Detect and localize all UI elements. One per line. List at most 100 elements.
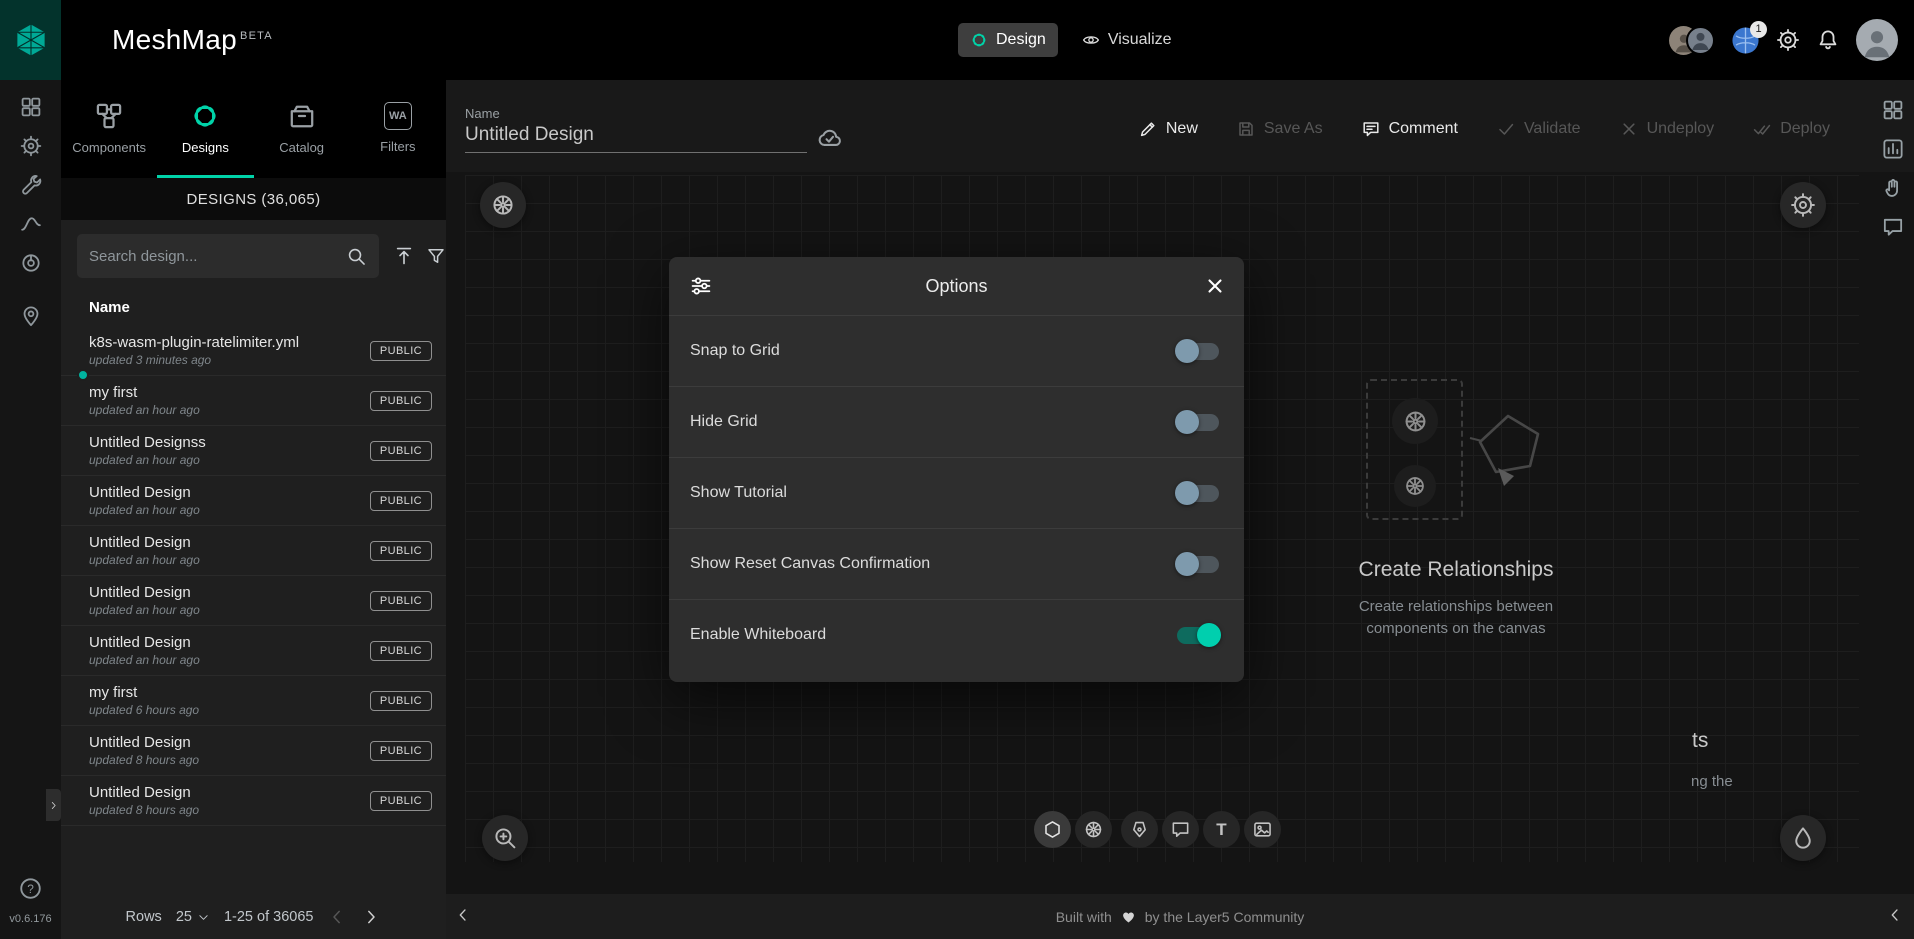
- design-updated: updated an hour ago: [89, 553, 370, 567]
- option-label: Snap to Grid: [690, 342, 780, 360]
- new-button[interactable]: New: [1138, 119, 1198, 139]
- kubernetes-wheel-icon: [490, 192, 516, 218]
- comment-button[interactable]: Comment: [1361, 119, 1458, 139]
- dashboard-icon[interactable]: [19, 95, 43, 119]
- footer: Built with by the Layer5 Community: [446, 894, 1914, 939]
- tab-design[interactable]: Design: [958, 23, 1058, 57]
- svg-text:?: ?: [27, 882, 34, 896]
- rail-expand-chevron[interactable]: [46, 789, 61, 821]
- designs-sidebar: Components Designs Catalog WA Filters DE…: [61, 80, 446, 939]
- design-list-item[interactable]: Untitled Designss updated an hour ago PU…: [61, 426, 446, 476]
- location-pin-icon[interactable]: [19, 304, 43, 328]
- design-name: my first: [89, 684, 370, 701]
- performance-curve-icon[interactable]: [19, 212, 43, 236]
- tab-filters[interactable]: WA Filters: [350, 80, 446, 178]
- extensions-donut-icon[interactable]: [19, 251, 43, 275]
- filter-funnel-icon[interactable]: [426, 246, 446, 266]
- next-page-chevron[interactable]: [361, 907, 381, 927]
- dock-hand-pointer-icon[interactable]: [1881, 176, 1905, 200]
- import-design-icon[interactable]: [393, 245, 415, 267]
- deploy-button[interactable]: Deploy: [1752, 119, 1830, 139]
- tab-catalog[interactable]: Catalog: [254, 80, 350, 178]
- tab-visualize[interactable]: Visualize: [1070, 23, 1184, 57]
- chevron-down-icon: [197, 911, 210, 924]
- action-label: Undeploy: [1647, 120, 1715, 138]
- name-field-label: Name: [465, 106, 500, 121]
- rows-per-page-select[interactable]: 25: [176, 909, 210, 925]
- design-name-input[interactable]: [465, 124, 807, 153]
- wasm-filters-icon: WA: [384, 102, 412, 130]
- collaborator-avatar[interactable]: [1686, 26, 1715, 55]
- validate-button[interactable]: Validate: [1496, 119, 1581, 139]
- design-list-item[interactable]: Untitled Design updated an hour ago PUBL…: [61, 526, 446, 576]
- bell-icon[interactable]: [1816, 28, 1840, 52]
- meshmap-knot-icon: [190, 101, 220, 131]
- kubernetes-context-button[interactable]: [480, 182, 526, 228]
- design-list-item[interactable]: my first updated 6 hours ago PUBLIC: [61, 676, 446, 726]
- show-tutorial-toggle[interactable]: [1177, 485, 1219, 502]
- page-title: MeshMapBETA: [112, 24, 273, 56]
- provider-button[interactable]: 1: [1731, 26, 1760, 55]
- occluded-hint-title-fragment: ts: [1692, 729, 1708, 753]
- pen-nib-icon: [1129, 819, 1150, 840]
- user-avatar[interactable]: [1856, 19, 1898, 61]
- reset-canvas-confirmation-toggle[interactable]: [1177, 556, 1219, 573]
- settings-gear-icon[interactable]: [1776, 28, 1800, 52]
- zoom-button[interactable]: [482, 815, 528, 861]
- design-list-item[interactable]: Untitled Design updated 8 hours ago PUBL…: [61, 726, 446, 776]
- design-list-item[interactable]: Untitled Design updated 8 hours ago PUBL…: [61, 776, 446, 826]
- lifecycle-gear-icon[interactable]: [19, 134, 43, 158]
- visibility-badge: PUBLIC: [370, 491, 432, 511]
- prev-page-chevron[interactable]: [327, 907, 347, 927]
- hide-grid-toggle[interactable]: [1177, 414, 1219, 431]
- footer-text-prefix: Built with: [1056, 909, 1112, 925]
- layer5-hexagon-icon: [12, 21, 50, 59]
- search-input[interactable]: [89, 248, 346, 265]
- text-tool[interactable]: T: [1203, 811, 1240, 848]
- options-modal: Options Snap to Grid Hide Grid Show Tuto…: [669, 257, 1244, 682]
- footer-collapse-right-chevron[interactable]: [1886, 906, 1904, 924]
- design-list-item[interactable]: Untitled Design updated an hour ago PUBL…: [61, 576, 446, 626]
- design-name: Untitled Design: [89, 784, 370, 801]
- image-tool[interactable]: [1244, 811, 1281, 848]
- design-list-item[interactable]: k8s-wasm-plugin-ratelimiter.yml updated …: [61, 326, 446, 376]
- dock-analytics-icon[interactable]: [1881, 137, 1905, 161]
- canvas-options-button[interactable]: [1780, 182, 1826, 228]
- help-icon[interactable]: ?: [18, 876, 43, 901]
- layer5-logo[interactable]: [0, 0, 61, 80]
- kubernetes-tool[interactable]: [1075, 811, 1112, 848]
- pen-tool[interactable]: [1121, 811, 1158, 848]
- undeploy-button[interactable]: Undeploy: [1619, 119, 1715, 139]
- close-icon[interactable]: [1204, 275, 1226, 297]
- design-name: Untitled Design: [89, 484, 370, 501]
- dock-grid-icon[interactable]: [1881, 98, 1905, 122]
- footer-text-suffix: by the Layer5 Community: [1145, 909, 1305, 925]
- search-box[interactable]: [77, 234, 379, 278]
- tab-components[interactable]: Components: [61, 80, 157, 178]
- rows-label: Rows: [126, 909, 162, 925]
- enable-whiteboard-toggle[interactable]: [1177, 627, 1219, 644]
- ink-drop-button[interactable]: [1780, 815, 1826, 861]
- design-list-item[interactable]: Untitled Design updated an hour ago PUBL…: [61, 626, 446, 676]
- design-updated: updated 6 hours ago: [89, 703, 370, 717]
- tab-label: Catalog: [279, 140, 324, 155]
- dock-comments-icon[interactable]: [1881, 215, 1905, 239]
- comment-tool[interactable]: [1162, 811, 1199, 848]
- design-list-item[interactable]: my first updated an hour ago PUBLIC: [61, 376, 446, 426]
- action-label: Deploy: [1780, 120, 1830, 138]
- relationship-shape-graphic: [1468, 408, 1548, 490]
- tab-designs[interactable]: Designs: [157, 80, 253, 178]
- save-as-button[interactable]: Save As: [1236, 119, 1323, 139]
- check-icon: [1496, 119, 1516, 139]
- components-icon: [94, 101, 124, 131]
- snap-to-grid-toggle[interactable]: [1177, 343, 1219, 360]
- footer-collapse-left-chevron[interactable]: [454, 906, 472, 924]
- configuration-wrench-icon[interactable]: [19, 173, 43, 197]
- design-updated: updated an hour ago: [89, 453, 370, 467]
- option-label: Show Reset Canvas Confirmation: [690, 555, 930, 573]
- option-label: Show Tutorial: [690, 484, 787, 502]
- hexagon-tool[interactable]: [1034, 811, 1071, 848]
- design-name: k8s-wasm-plugin-ratelimiter.yml: [89, 334, 370, 351]
- design-list-item[interactable]: Untitled Design updated an hour ago PUBL…: [61, 476, 446, 526]
- mode-switcher: Design Visualize: [958, 23, 1184, 57]
